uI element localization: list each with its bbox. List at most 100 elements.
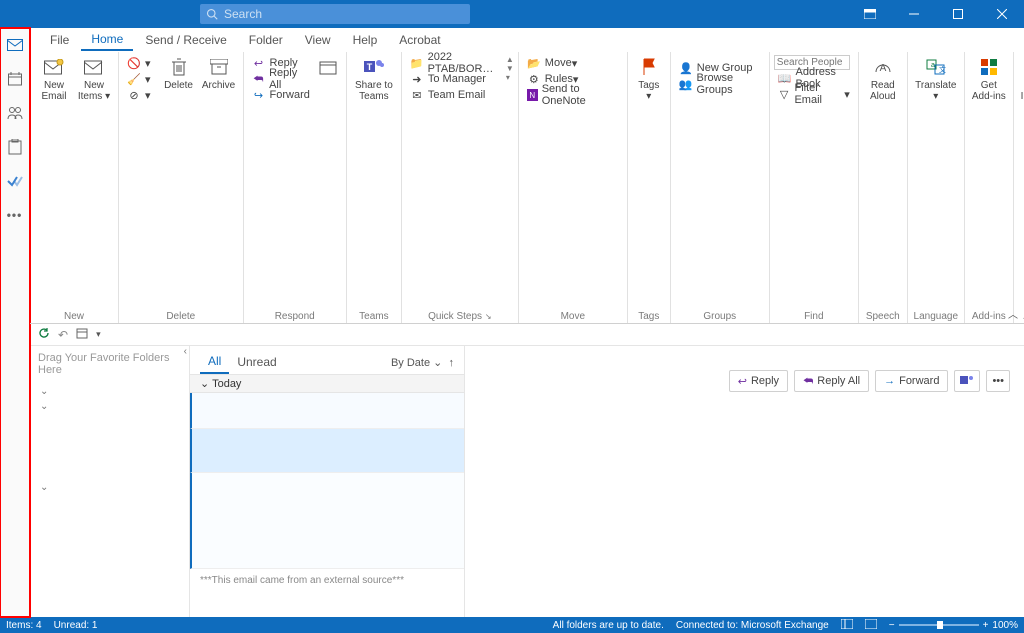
view-normal-button[interactable] — [841, 619, 853, 632]
favorites-hint: Drag Your Favorite Folders Here — [30, 346, 189, 382]
reply-icon: ↩ — [252, 56, 266, 70]
quickstep-2[interactable]: ➜To Manager — [406, 71, 506, 87]
quicksteps-up[interactable]: ▲ — [506, 55, 514, 64]
ignore-button[interactable]: 🚫▾ — [123, 55, 155, 71]
rail-calendar-icon[interactable] — [4, 68, 26, 90]
browse-groups-button[interactable]: 👥Browse Groups — [675, 76, 765, 92]
rail-people-icon[interactable] — [4, 102, 26, 124]
message-item-selected[interactable] — [190, 429, 464, 473]
new-items-button[interactable]: New Items ▾ — [74, 54, 114, 102]
new-email-icon — [44, 56, 64, 78]
list-tab-all[interactable]: All — [200, 350, 229, 374]
archive-button[interactable]: Archive — [199, 54, 239, 91]
quicksteps-down[interactable]: ▼ — [506, 64, 514, 73]
nav-collapse-button[interactable]: ‹ — [184, 346, 187, 357]
send-onenote-button[interactable]: NSend to OneNote — [523, 87, 623, 103]
quick-more-button[interactable]: ▾ — [96, 329, 101, 340]
reading-more-button[interactable]: ••• — [986, 370, 1010, 392]
group-viva: Viva Insights Add-in — [1014, 52, 1024, 323]
message-item[interactable] — [190, 393, 464, 429]
arrow-right-icon: ➜ — [410, 72, 424, 86]
tab-folder[interactable]: Folder — [239, 30, 293, 50]
zoom-control[interactable]: − + 100% — [889, 620, 1018, 631]
sort-button[interactable]: By Date ⌄ ↑ — [391, 356, 454, 369]
more-icon: ••• — [992, 375, 1004, 387]
quickstep-3[interactable]: ✉Team Email — [406, 87, 506, 103]
reply-all-button[interactable]: ⮪Reply All — [248, 71, 315, 87]
zoom-in-button[interactable]: + — [983, 620, 989, 631]
rail-todo-icon[interactable] — [4, 170, 26, 192]
zoom-out-button[interactable]: − — [889, 620, 895, 631]
group-label: Respond — [244, 311, 346, 323]
nav-folder-1[interactable]: ⌄ — [30, 386, 189, 397]
message-item[interactable] — [190, 473, 464, 569]
ribbon-display-options[interactable] — [848, 0, 892, 28]
zoom-slider[interactable] — [899, 624, 979, 626]
rail-tasks-icon[interactable] — [4, 136, 26, 158]
browse-groups-icon: 👥 — [679, 77, 693, 91]
tab-home[interactable]: Home — [81, 29, 133, 51]
reading-reply-all-button[interactable]: ⮪Reply All — [794, 370, 869, 392]
window-minimize[interactable] — [892, 0, 936, 28]
window-close[interactable] — [980, 0, 1024, 28]
reading-reply-button[interactable]: ↩Reply — [729, 370, 788, 392]
message-list-pane: All Unread By Date ⌄ ↑ ⌄ Today ***This e… — [190, 346, 465, 617]
meeting-button[interactable] — [315, 54, 342, 78]
delete-button[interactable]: Delete — [159, 54, 199, 91]
refresh-button[interactable] — [38, 327, 50, 342]
tab-help[interactable]: Help — [343, 30, 388, 50]
address-book-icon: 📖 — [778, 71, 792, 85]
quickstep-1[interactable]: 📁2022 PTAB/BOR… — [406, 55, 506, 71]
cleanup-button[interactable]: 🧹▾ — [123, 71, 155, 87]
reading-forward-button[interactable]: →Forward — [875, 370, 948, 392]
group-label: Tags — [628, 311, 670, 323]
view-reading-button[interactable] — [865, 619, 877, 632]
nav-folder-2[interactable]: ⌄ — [30, 401, 189, 412]
tab-send-receive[interactable]: Send / Receive — [135, 30, 236, 50]
menu-tabs: File Home Send / Receive Folder View Hel… — [0, 28, 1024, 52]
calendar-peek-button[interactable] — [76, 327, 88, 342]
delete-icon — [172, 56, 186, 78]
share-to-teams-button[interactable]: T Share to Teams — [351, 54, 397, 102]
tab-acrobat[interactable]: Acrobat — [389, 30, 450, 50]
rail-mail-icon[interactable] — [4, 34, 26, 56]
read-aloud-button[interactable]: A Read Aloud — [863, 54, 903, 102]
list-tab-unread[interactable]: Unread — [229, 351, 284, 373]
undo-button[interactable]: ↶ — [58, 328, 68, 342]
nav-folder-3[interactable]: ⌄ — [30, 482, 189, 493]
group-label: Find — [770, 311, 858, 323]
collapse-ribbon-button[interactable]: ︿ — [1008, 306, 1018, 321]
status-sync: All folders are up to date. — [553, 620, 664, 631]
junk-button[interactable]: ⊘▾ — [123, 87, 155, 103]
group-label: Quick Steps ↘ — [402, 311, 518, 323]
viva-insights-button[interactable]: Viva Insights — [1018, 54, 1024, 102]
tab-view[interactable]: View — [295, 30, 341, 50]
group-label: Teams — [347, 311, 401, 323]
forward-button[interactable]: ↪Forward — [248, 87, 315, 103]
quick-access-row: ↶ ▾ — [0, 324, 1024, 346]
get-addins-button[interactable]: Get Add-ins — [969, 54, 1009, 102]
reading-teams-button[interactable] — [954, 370, 980, 392]
group-respond: ↩Reply ⮪Reply All ↪Forward Respond — [244, 52, 347, 323]
external-source-note: ***This email came from an external sour… — [190, 569, 464, 592]
onenote-icon: N — [527, 89, 538, 101]
reply-all-icon: ⮪ — [252, 72, 266, 86]
status-items: Items: 4 — [6, 620, 42, 631]
translate-button[interactable]: a文 Translate▾ — [912, 54, 960, 102]
move-button[interactable]: 📂Move ▾ — [523, 55, 623, 71]
date-group-header[interactable]: ⌄ Today — [190, 374, 464, 393]
tab-file[interactable]: File — [40, 30, 79, 50]
tags-button[interactable]: Tags▾ — [632, 54, 666, 102]
group-addins: Get Add-ins Add-ins — [965, 52, 1014, 323]
new-email-button[interactable]: New Email — [34, 54, 74, 102]
group-label: Move — [519, 311, 627, 323]
svg-text:A: A — [879, 63, 886, 74]
search-box[interactable]: Search — [200, 4, 470, 24]
new-items-icon — [84, 56, 104, 78]
meeting-icon — [319, 56, 337, 78]
window-maximize[interactable] — [936, 0, 980, 28]
quicksteps-more[interactable]: ▾ — [506, 73, 514, 82]
rail-more-icon[interactable]: ••• — [4, 204, 26, 226]
filter-email-button[interactable]: ▽Filter Email ▾ — [774, 86, 854, 102]
reading-pane: ↩Reply ⮪Reply All →Forward ••• — [465, 346, 1024, 617]
